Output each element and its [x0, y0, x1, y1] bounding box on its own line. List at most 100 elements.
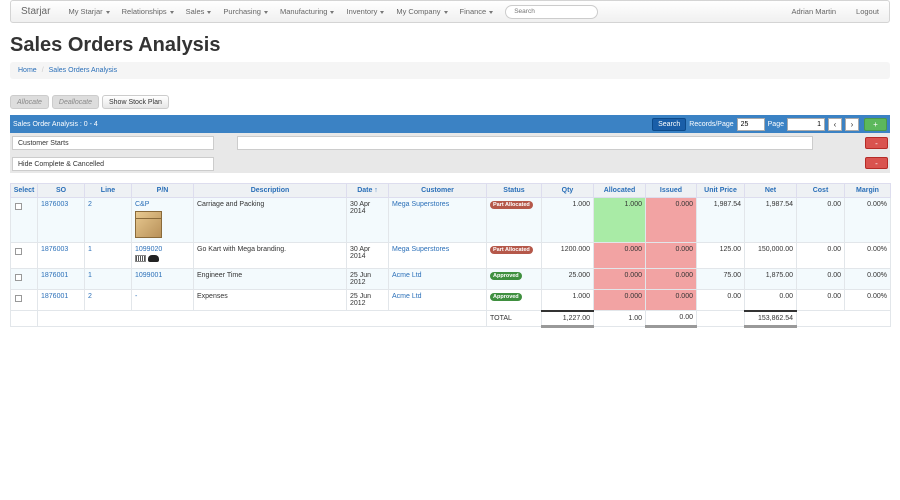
cost-cell: 0.00: [796, 268, 845, 290]
col-allocated[interactable]: Allocated: [593, 183, 646, 198]
allocated-cell: 0.000: [593, 289, 646, 311]
caret-down-icon: [489, 10, 494, 14]
filter-field-select[interactable]: Customer Starts: [12, 136, 214, 150]
col-issued[interactable]: Issued: [645, 183, 697, 198]
col-pn[interactable]: P/N: [131, 183, 194, 198]
cost-cell: 0.00: [796, 197, 845, 243]
nav-right: Adrian Martin Logout: [781, 7, 889, 16]
col-margin[interactable]: Margin: [844, 183, 891, 198]
col-net[interactable]: Net: [744, 183, 797, 198]
row-checkbox[interactable]: [15, 203, 22, 210]
total-allocated: 1.00: [593, 310, 646, 327]
line-link[interactable]: 1: [88, 246, 92, 253]
empty-cell: [37, 310, 487, 327]
allocate-button[interactable]: Allocate: [10, 95, 49, 109]
date-cell: 30 Apr 2014: [346, 242, 389, 269]
filter-field-select-2[interactable]: Hide Complete & Cancelled: [12, 157, 214, 171]
so-cell: 1876001: [37, 268, 85, 290]
deallocate-button[interactable]: Deallocate: [51, 95, 99, 109]
menu-sales[interactable]: Sales: [180, 7, 218, 16]
col-date[interactable]: Date ↑: [346, 183, 389, 198]
menu-purchasing[interactable]: Purchasing: [217, 7, 274, 16]
select-cell: [10, 242, 38, 269]
so-link[interactable]: 1876003: [41, 201, 68, 208]
show-stock-plan-button[interactable]: Show Stock Plan: [101, 95, 169, 109]
status-cell: Part Allocated: [486, 197, 542, 243]
col-customer[interactable]: Customer: [388, 183, 487, 198]
customer-link[interactable]: Acme Ltd: [392, 293, 422, 300]
so-link[interactable]: 1876001: [41, 293, 68, 300]
customer-cell: Acme Ltd: [388, 289, 487, 311]
qty-cell: 1.000: [541, 289, 594, 311]
pn-link[interactable]: 1099020: [135, 246, 162, 253]
menu-my-company[interactable]: My Company: [390, 7, 453, 16]
menu-finance[interactable]: Finance: [454, 7, 500, 16]
prev-page-button[interactable]: ‹: [828, 117, 842, 131]
barcode-icon[interactable]: [135, 255, 146, 262]
margin-cell: 0.00%: [844, 242, 891, 269]
add-filter-button[interactable]: +: [864, 117, 887, 131]
date-cell: 25 Jun 2012: [346, 268, 389, 290]
col-cost[interactable]: Cost: [796, 183, 845, 198]
unit-price-cell: 75.00: [696, 268, 745, 290]
status-cell: Approved: [486, 268, 542, 290]
breadcrumb-home[interactable]: Home: [18, 67, 37, 74]
menu-manufacturing[interactable]: Manufacturing: [274, 7, 341, 16]
next-page-button[interactable]: ›: [845, 117, 859, 131]
pn-link[interactable]: -: [135, 293, 137, 300]
status-badge: Part Allocated: [490, 246, 533, 254]
line-link[interactable]: 2: [88, 293, 92, 300]
col-unit-price[interactable]: Unit Price: [696, 183, 745, 198]
issued-cell: 0.000: [645, 268, 697, 290]
col-status[interactable]: Status: [486, 183, 542, 198]
pn-link[interactable]: C&P: [135, 201, 149, 208]
breadcrumb: Home / Sales Orders Analysis: [10, 62, 890, 79]
filter-area: Customer Starts - Hide Complete & Cancel…: [10, 133, 890, 173]
user-menu[interactable]: Adrian Martin: [781, 7, 846, 16]
logout-link[interactable]: Logout: [846, 7, 889, 16]
menu-inventory[interactable]: Inventory: [340, 7, 390, 16]
filter-value-input[interactable]: [237, 136, 813, 150]
brand-logo[interactable]: Starjar: [11, 6, 62, 17]
line-link[interactable]: 1: [88, 272, 92, 279]
description-cell: Carriage and Packing: [193, 197, 347, 243]
net-cell: 150,000.00: [744, 242, 797, 269]
caret-down-icon: [380, 10, 385, 14]
so-link[interactable]: 1876001: [41, 272, 68, 279]
select-cell: [10, 268, 38, 290]
customer-link[interactable]: Mega Superstores: [392, 246, 449, 253]
customer-link[interactable]: Acme Ltd: [392, 272, 422, 279]
margin-cell: 0.00%: [844, 197, 891, 243]
page-number-input[interactable]: [787, 117, 825, 131]
pn-link[interactable]: 1099001: [135, 272, 162, 279]
description-cell: Engineer Time: [193, 268, 347, 290]
menu-relationships[interactable]: Relationships: [116, 7, 180, 16]
menu-my-starjar[interactable]: My Starjar: [62, 7, 115, 16]
breadcrumb-current[interactable]: Sales Orders Analysis: [49, 67, 117, 74]
search-input[interactable]: [505, 4, 599, 19]
records-per-page-input[interactable]: [736, 117, 765, 131]
remove-filter-button[interactable]: -: [865, 137, 888, 149]
remove-filter-button-2[interactable]: -: [865, 157, 888, 169]
so-cell: 1876001: [37, 289, 85, 311]
description-cell: Go Kart with Mega branding.: [193, 242, 347, 269]
table-row: 1876001 1 1099001 Engineer Time 25 Jun 2…: [10, 268, 891, 290]
col-so[interactable]: SO: [37, 183, 85, 198]
row-checkbox[interactable]: [15, 248, 22, 255]
go-kart-thumbnail-icon[interactable]: [148, 255, 159, 262]
so-link[interactable]: 1876003: [41, 246, 68, 253]
customer-link[interactable]: Mega Superstores: [392, 201, 449, 208]
col-line[interactable]: Line: [84, 183, 132, 198]
row-checkbox[interactable]: [15, 274, 22, 281]
breadcrumb-separator: /: [41, 67, 44, 74]
row-checkbox[interactable]: [15, 295, 22, 302]
col-qty[interactable]: Qty: [541, 183, 594, 198]
col-description[interactable]: Description: [193, 183, 347, 198]
line-link[interactable]: 2: [88, 201, 92, 208]
search-button[interactable]: Search: [652, 117, 687, 131]
cardboard-box-thumbnail[interactable]: [135, 211, 162, 238]
select-cell: [10, 197, 38, 243]
date-cell: 30 Apr 2014: [346, 197, 389, 243]
so-cell: 1876003: [37, 197, 85, 243]
action-buttons: Allocate Deallocate Show Stock Plan: [10, 95, 169, 109]
